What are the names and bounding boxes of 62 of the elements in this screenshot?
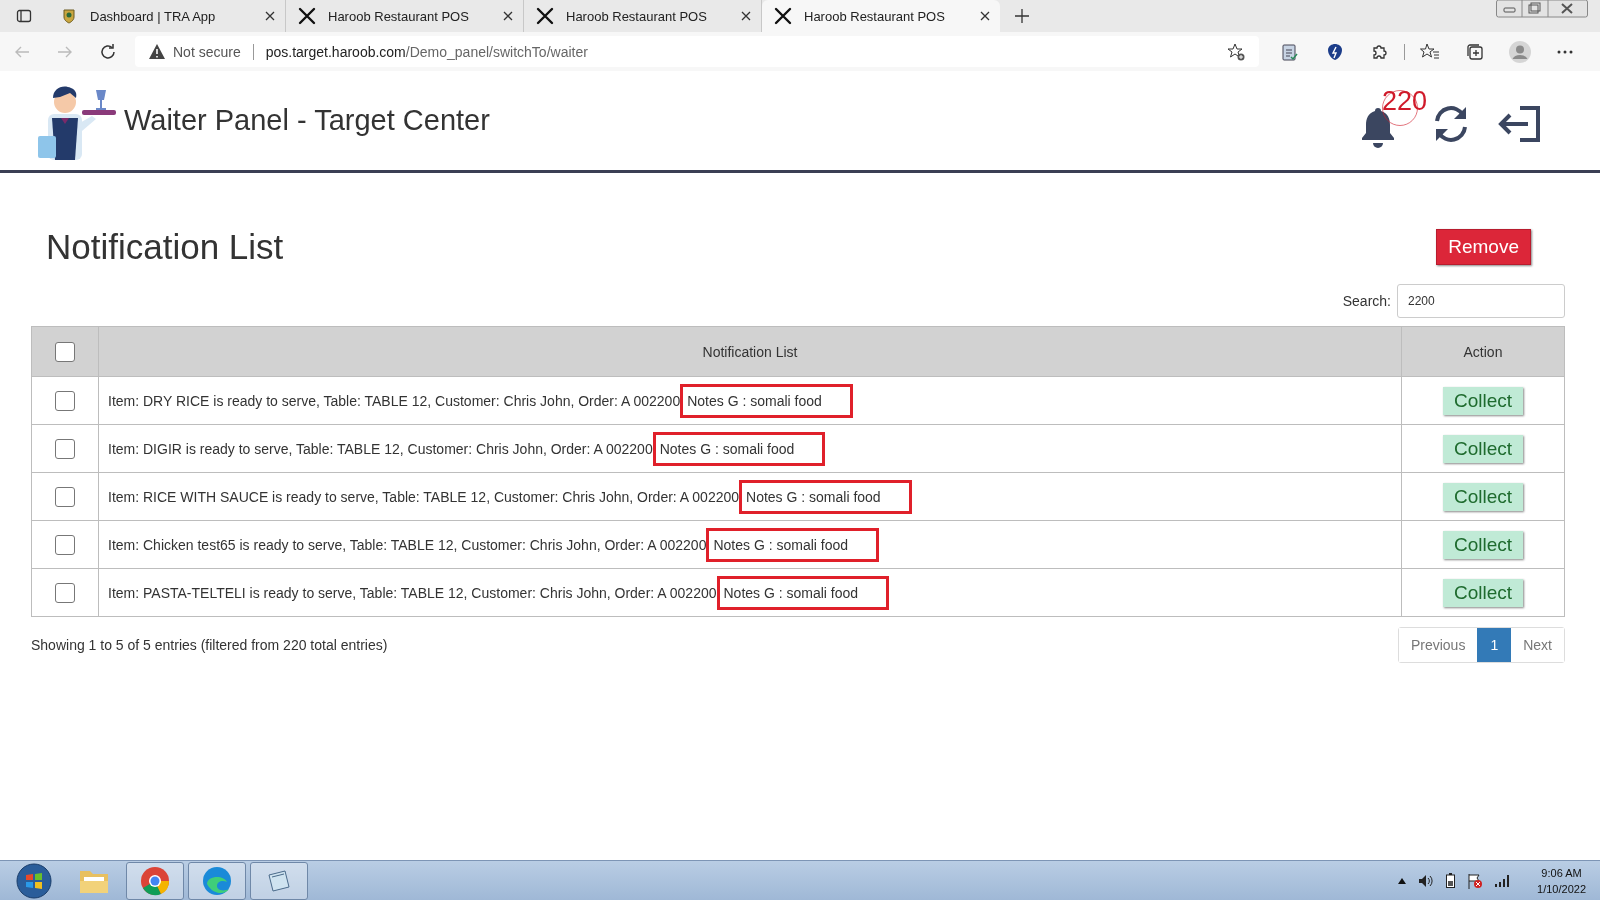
close-icon[interactable] xyxy=(741,11,751,21)
notification-text: Item: Chicken test65 is ready to serve, Table: TABLE 12, Customer: Chris John, Order: A 002200 xyxy=(108,536,707,553)
checkbox[interactable] xyxy=(55,582,75,603)
search-label: Search: xyxy=(1342,293,1391,309)
logout-icon[interactable] xyxy=(1498,105,1540,142)
new-tab-icon[interactable] xyxy=(1014,8,1030,24)
close-icon[interactable] xyxy=(265,11,275,21)
more-icon[interactable] xyxy=(1556,49,1573,54)
checkbox[interactable] xyxy=(55,438,75,459)
add-favorite-icon[interactable] xyxy=(1227,42,1245,61)
notification-count: 220 xyxy=(1382,87,1428,115)
panel-title: Waiter Panel - Target Center xyxy=(124,104,490,137)
highlighted-note: Notes G : somali food xyxy=(652,431,826,466)
puzzle-icon[interactable] xyxy=(1370,42,1389,61)
highlighted-note: Notes G : somali food xyxy=(739,479,912,514)
crest-icon xyxy=(60,7,78,25)
collections-icon[interactable] xyxy=(1465,42,1484,61)
pagination-button[interactable]: 1 xyxy=(1477,628,1512,662)
notification-text: Item: DIGIR is ready to serve, Table: TABLE 12, Customer: Chris John, Order: A 002200 xyxy=(108,440,653,457)
notification-text: Item: PASTA-TELTELI is ready to serve, Table: TABLE 12, Customer: Chris John, Order: A 002200 xyxy=(108,584,717,601)
signal-icon[interactable] xyxy=(1495,874,1512,887)
start-icon[interactable] xyxy=(16,862,52,899)
notification-text: Item: RICE WITH SAUCE is ready to serve, Table: TABLE 12, Customer: Chris John, Order: A 002200 xyxy=(108,488,740,505)
collect-button[interactable]: Collect xyxy=(1442,386,1524,415)
warning-icon[interactable] xyxy=(149,44,165,59)
address-bar[interactable]: Not secure pos.target.haroob.com/Demo_panel/switchTo/waiter xyxy=(135,36,1259,67)
url-text[interactable]: pos.target.haroob.com/Demo_panel/switchTo/waiter xyxy=(265,43,588,60)
speaker-icon[interactable] xyxy=(1418,873,1435,888)
page-title: Notification List xyxy=(46,227,284,267)
notification-text: Item: DRY RICE is ready to serve, Table: TABLE 12, Customer: Chris John, Order: A 002200 xyxy=(108,392,681,409)
search-field[interactable]: 2200 xyxy=(1397,284,1565,318)
entries-info: Showing 1 to 5 of 5 entries (filtered from 220 total entries) xyxy=(31,637,388,653)
security-label[interactable]: Not secure xyxy=(173,43,241,60)
clock[interactable]: 9:06 AM 1/10/2022 xyxy=(1537,864,1586,897)
highlighted-note: Notes G : somali food xyxy=(680,383,853,418)
checkbox[interactable] xyxy=(55,390,75,411)
profile-icon[interactable] xyxy=(1508,40,1531,63)
collect-button[interactable]: Collect xyxy=(1442,482,1524,511)
checkbox[interactable] xyxy=(55,341,75,362)
close-icon[interactable] xyxy=(503,11,513,21)
reload-icon[interactable] xyxy=(98,42,117,61)
highlighted-note: Notes G : somali food xyxy=(716,575,890,610)
show-hidden-icon[interactable] xyxy=(1398,877,1407,884)
collect-button[interactable]: Collect xyxy=(1442,530,1524,559)
favorites-icon[interactable] xyxy=(1419,42,1440,61)
collect-button[interactable]: Collect xyxy=(1442,434,1524,463)
checkbox[interactable] xyxy=(55,534,75,555)
checkbox[interactable] xyxy=(55,486,75,507)
column-header[interactable]: Notification List xyxy=(98,326,1402,377)
remove-button[interactable]: Remove xyxy=(1436,229,1531,265)
window-controls-icon[interactable] xyxy=(1496,0,1588,18)
flag-icon[interactable] xyxy=(1467,872,1484,889)
collect-button[interactable]: Collect xyxy=(1442,578,1524,607)
battery-icon[interactable] xyxy=(1446,873,1456,888)
column-header[interactable]: Action xyxy=(1401,326,1565,377)
clipboard-icon[interactable] xyxy=(1281,42,1298,61)
browser-tab[interactable]: Haroob Restaurant POS xyxy=(762,0,1000,32)
browser-icon[interactable] xyxy=(140,865,170,896)
shield-icon[interactable] xyxy=(1326,42,1343,61)
close-icon[interactable] xyxy=(980,11,990,21)
highlighted-note: Notes G : somali food xyxy=(706,527,880,562)
tab-actions-icon[interactable] xyxy=(16,8,32,24)
